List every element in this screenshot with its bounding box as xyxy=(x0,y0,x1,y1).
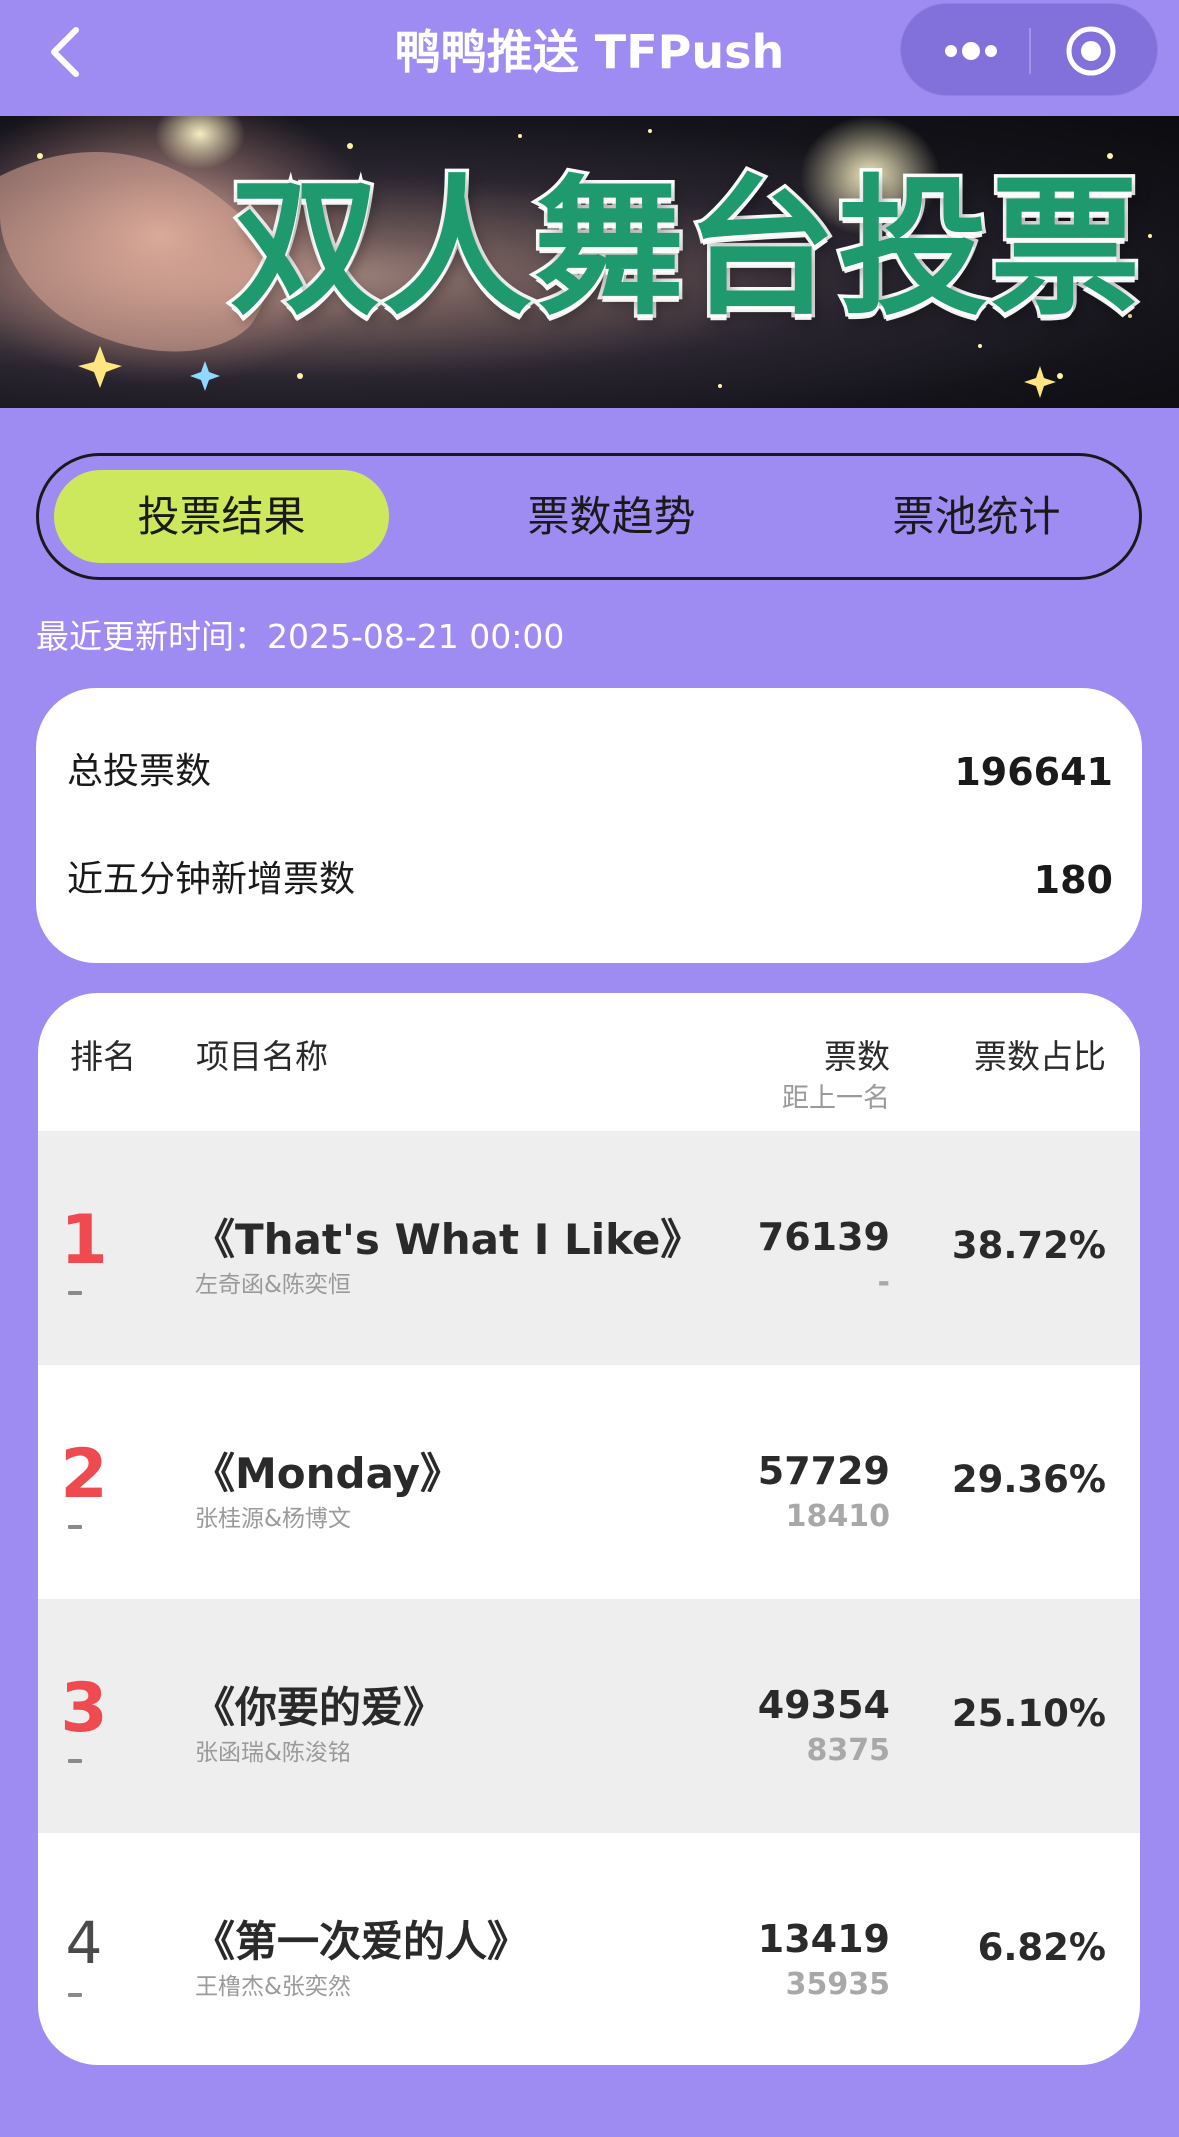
table-row[interactable]: 3 《你要的爱》 张函瑞&陈浚铭 49354 8375 25.10% xyxy=(38,1599,1140,1833)
summary-card: 总投票数 196641 近五分钟新增票数 180 xyxy=(36,688,1142,963)
vote-gap: 35935 xyxy=(785,1967,890,2002)
back-button[interactable] xyxy=(40,22,100,82)
tab-pool-stats[interactable]: 票池统计 xyxy=(809,470,1144,563)
mini-program-capsule xyxy=(900,3,1158,96)
last-updated-time: 最近更新时间：2025-08-21 00:00 xyxy=(36,617,565,656)
rank-unchanged-icon xyxy=(68,1993,82,1997)
rank-number: 2 xyxy=(60,1435,108,1514)
song-artists: 左奇函&陈奕恒 xyxy=(195,1272,351,1298)
recent-votes-value: 180 xyxy=(1033,858,1113,902)
total-votes-row: 总投票数 196641 xyxy=(67,742,1113,802)
vote-count: 13419 xyxy=(757,1917,890,1961)
song-title: 《Monday》 xyxy=(193,1449,463,1498)
ranking-table: 排名 项目名称 票数 距上一名 票数占比 1 《That's What I Li… xyxy=(38,993,1140,2065)
rank-unchanged-icon xyxy=(68,1759,82,1763)
vote-share: 29.36% xyxy=(951,1458,1106,1501)
header-share: 票数占比 xyxy=(974,1037,1106,1076)
tab-vote-results[interactable]: 投票结果 xyxy=(54,470,389,563)
rank-unchanged-icon xyxy=(68,1291,82,1295)
banner-title: 双人舞台投票 xyxy=(227,159,1144,340)
song-artists: 张桂源&杨博文 xyxy=(195,1506,351,1532)
vote-count: 57729 xyxy=(757,1449,890,1493)
capsule-divider xyxy=(1029,28,1031,74)
table-row[interactable]: 2 《Monday》 张桂源&杨博文 57729 18410 29.36% xyxy=(38,1365,1140,1599)
rank-unchanged-icon xyxy=(68,1525,82,1529)
vote-share: 38.72% xyxy=(951,1224,1106,1267)
header-name: 项目名称 xyxy=(196,1037,328,1076)
recent-votes-row: 近五分钟新增票数 180 xyxy=(67,850,1113,910)
rank-number: 3 xyxy=(60,1669,108,1748)
vote-gap: 18410 xyxy=(785,1499,890,1534)
song-title: 《That's What I Like》 xyxy=(193,1215,703,1264)
header-rank: 排名 xyxy=(70,1037,136,1076)
more-button[interactable] xyxy=(919,16,1019,86)
song-artists: 张函瑞&陈浚铭 xyxy=(195,1740,351,1766)
table-row[interactable]: 1 《That's What I Like》 左奇函&陈奕恒 76139 - 3… xyxy=(38,1131,1140,1365)
total-votes-value: 196641 xyxy=(954,750,1113,794)
vote-share: 6.82% xyxy=(977,1926,1106,1969)
chevron-left-icon xyxy=(51,27,79,77)
close-miniprogram-button[interactable] xyxy=(1039,16,1149,86)
total-votes-label: 总投票数 xyxy=(67,751,212,792)
recent-votes-label: 近五分钟新增票数 xyxy=(67,859,356,900)
vote-gap: 8375 xyxy=(806,1733,891,1768)
song-artists: 王橹杰&张奕然 xyxy=(195,1974,351,2000)
more-dots-icon xyxy=(945,42,997,60)
header-votes-gap: 距上一名 xyxy=(782,1083,890,1114)
tab-vote-trend[interactable]: 票数趋势 xyxy=(444,470,779,563)
song-title: 《你要的爱》 xyxy=(193,1683,446,1732)
target-close-icon xyxy=(1066,26,1116,76)
rank-number: 4 xyxy=(65,1909,103,1977)
rank-number: 1 xyxy=(60,1201,108,1280)
vote-share: 25.10% xyxy=(951,1692,1106,1735)
vote-count: 76139 xyxy=(757,1215,890,1259)
navigation-bar: 鸭鸭推送 TFPush xyxy=(0,0,1179,116)
vote-gap: - xyxy=(877,1265,890,1300)
song-title: 《第一次爱的人》 xyxy=(193,1917,530,1966)
header-votes: 票数 xyxy=(824,1037,890,1076)
table-row[interactable]: 4 《第一次爱的人》 王橹杰&张奕然 13419 35935 6.82% xyxy=(38,1833,1140,2065)
segmented-tabs: 投票结果 票数趋势 票池统计 xyxy=(36,453,1142,580)
banner: 双人舞台投票 xyxy=(0,116,1179,408)
vote-count: 49354 xyxy=(757,1683,890,1727)
